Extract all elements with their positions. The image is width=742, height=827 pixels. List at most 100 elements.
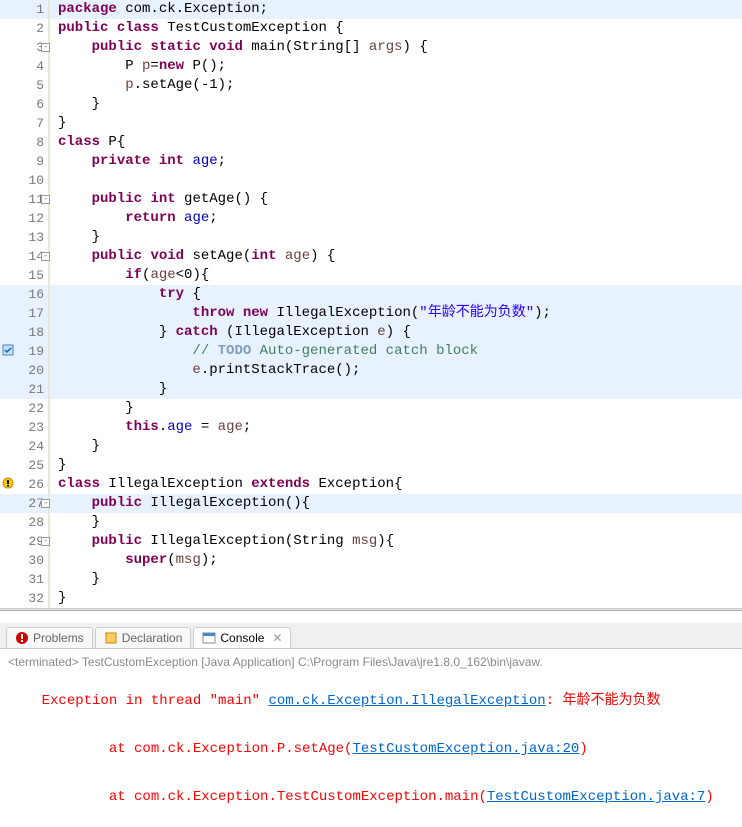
code-content[interactable]: } [50, 399, 742, 418]
code-line[interactable]: 8class P{ [0, 133, 742, 152]
exception-link[interactable]: com.ck.Exception.IllegalException [268, 693, 545, 709]
gutter[interactable]: 13 [0, 228, 50, 247]
code-content[interactable]: } [50, 570, 742, 589]
code-content[interactable]: private int age; [50, 152, 742, 171]
gutter[interactable]: 26 [0, 475, 50, 494]
gutter[interactable]: 28 [0, 513, 50, 532]
code-line[interactable]: 2public class TestCustomException { [0, 19, 742, 38]
tab-console[interactable]: Console ✕ [193, 627, 291, 648]
code-line[interactable]: 31 } [0, 570, 742, 589]
gutter[interactable]: 31 [0, 570, 50, 589]
code-content[interactable]: public IllegalException(String msg){ [50, 532, 742, 551]
code-content[interactable]: class P{ [50, 133, 742, 152]
code-line[interactable]: 1package com.ck.Exception; [0, 0, 742, 19]
gutter[interactable]: 17 [0, 304, 50, 323]
code-line[interactable]: 26class IllegalException extends Excepti… [0, 475, 742, 494]
code-line[interactable]: 30 super(msg); [0, 551, 742, 570]
gutter[interactable]: 10 [0, 171, 50, 190]
gutter[interactable]: 8 [0, 133, 50, 152]
gutter[interactable]: 15 [0, 266, 50, 285]
gutter[interactable]: 6 [0, 95, 50, 114]
code-line[interactable]: 12 return age; [0, 209, 742, 228]
gutter[interactable]: 25 [0, 456, 50, 475]
code-content[interactable]: // TODO Auto-generated catch block [50, 342, 742, 361]
gutter[interactable]: 21 [0, 380, 50, 399]
fold-toggle-icon[interactable]: - [41, 537, 50, 546]
code-content[interactable]: public IllegalException(){ [50, 494, 742, 513]
code-line[interactable]: 4 P p=new P(); [0, 57, 742, 76]
gutter[interactable]: 9 [0, 152, 50, 171]
gutter[interactable]: 12 [0, 209, 50, 228]
gutter[interactable]: 11- [0, 190, 50, 209]
code-content[interactable]: p.setAge(-1); [50, 76, 742, 95]
code-content[interactable]: } [50, 380, 742, 399]
code-content[interactable]: public int getAge() { [50, 190, 742, 209]
gutter[interactable]: 14- [0, 247, 50, 266]
code-line[interactable]: 10 [0, 171, 742, 190]
code-content[interactable]: } [50, 456, 742, 475]
code-line[interactable]: 3- public static void main(String[] args… [0, 38, 742, 57]
code-content[interactable]: } [50, 437, 742, 456]
code-content[interactable]: } [50, 95, 742, 114]
gutter[interactable]: 16 [0, 285, 50, 304]
code-line[interactable]: 25} [0, 456, 742, 475]
code-content[interactable]: package com.ck.Exception; [50, 0, 742, 19]
gutter[interactable]: 30 [0, 551, 50, 570]
code-content[interactable]: P p=new P(); [50, 57, 742, 76]
gutter[interactable]: 22 [0, 399, 50, 418]
gutter[interactable]: 4 [0, 57, 50, 76]
code-editor[interactable]: 1package com.ck.Exception;2public class … [0, 0, 742, 608]
code-line[interactable]: 11- public int getAge() { [0, 190, 742, 209]
code-line[interactable]: 9 private int age; [0, 152, 742, 171]
code-line[interactable]: 29- public IllegalException(String msg){ [0, 532, 742, 551]
code-line[interactable]: 32} [0, 589, 742, 608]
code-line[interactable]: 21 } [0, 380, 742, 399]
code-content[interactable]: e.printStackTrace(); [50, 361, 742, 380]
code-content[interactable]: } [50, 589, 742, 608]
gutter[interactable]: 23 [0, 418, 50, 437]
gutter[interactable]: 24 [0, 437, 50, 456]
source-link[interactable]: TestCustomException.java:20 [352, 741, 579, 757]
code-line[interactable]: 6 } [0, 95, 742, 114]
code-content[interactable]: this.age = age; [50, 418, 742, 437]
code-line[interactable]: 13 } [0, 228, 742, 247]
code-line[interactable]: 18 } catch (IllegalException e) { [0, 323, 742, 342]
gutter[interactable]: 20 [0, 361, 50, 380]
code-content[interactable]: class IllegalException extends Exception… [50, 475, 742, 494]
code-line[interactable]: 17 throw new IllegalException("年龄不能为负数")… [0, 304, 742, 323]
code-content[interactable]: } [50, 114, 742, 133]
code-content[interactable]: public class TestCustomException { [50, 19, 742, 38]
code-line[interactable]: 19 // TODO Auto-generated catch block [0, 342, 742, 361]
code-line[interactable]: 7} [0, 114, 742, 133]
fold-toggle-icon[interactable]: - [41, 499, 50, 508]
gutter[interactable]: 27- [0, 494, 50, 513]
gutter[interactable]: 18 [0, 323, 50, 342]
gutter[interactable]: 5 [0, 76, 50, 95]
fold-toggle-icon[interactable]: - [41, 252, 50, 261]
tab-declaration[interactable]: Declaration [95, 627, 192, 648]
code-line[interactable]: 28 } [0, 513, 742, 532]
code-line[interactable]: 22 } [0, 399, 742, 418]
code-content[interactable]: } catch (IllegalException e) { [50, 323, 742, 342]
code-content[interactable]: super(msg); [50, 551, 742, 570]
gutter[interactable]: 19 [0, 342, 50, 361]
code-content[interactable]: throw new IllegalException("年龄不能为负数"); [50, 304, 742, 323]
source-link[interactable]: TestCustomException.java:7 [487, 789, 705, 805]
tab-problems[interactable]: Problems [6, 627, 93, 648]
code-line[interactable]: 24 } [0, 437, 742, 456]
splitter[interactable] [0, 608, 742, 611]
code-line[interactable]: 20 e.printStackTrace(); [0, 361, 742, 380]
code-content[interactable]: } [50, 513, 742, 532]
close-icon[interactable]: ✕ [272, 631, 282, 645]
fold-toggle-icon[interactable]: - [41, 43, 50, 52]
gutter[interactable]: 7 [0, 114, 50, 133]
code-content[interactable]: } [50, 228, 742, 247]
code-line[interactable]: 23 this.age = age; [0, 418, 742, 437]
gutter[interactable]: 2 [0, 19, 50, 38]
code-content[interactable]: try { [50, 285, 742, 304]
gutter[interactable]: 1 [0, 0, 50, 19]
code-content[interactable]: public void setAge(int age) { [50, 247, 742, 266]
code-line[interactable]: 16 try { [0, 285, 742, 304]
fold-toggle-icon[interactable]: - [41, 195, 50, 204]
code-content[interactable]: if(age<0){ [50, 266, 742, 285]
